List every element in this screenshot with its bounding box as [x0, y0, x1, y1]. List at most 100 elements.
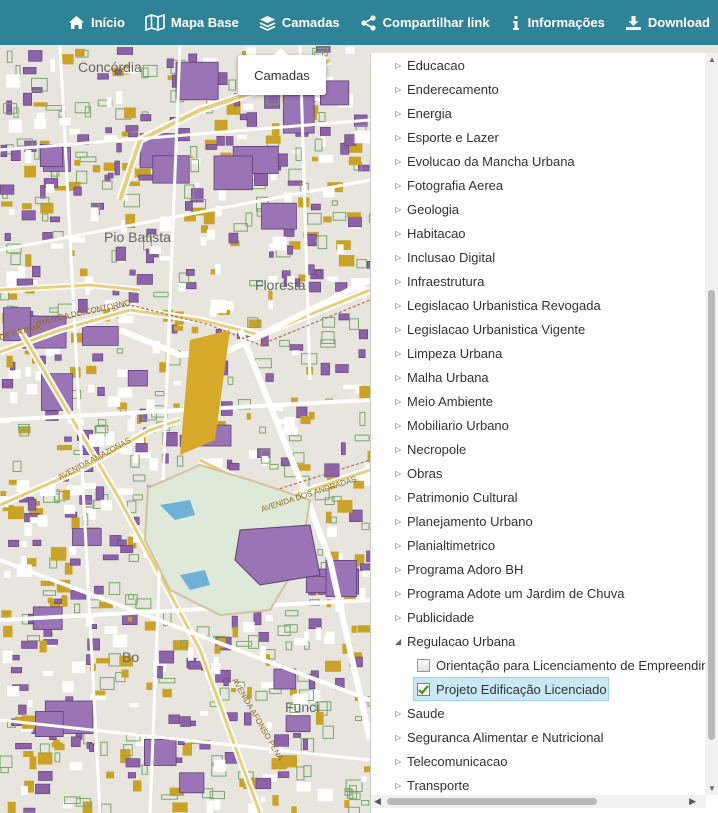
nav-download[interactable]: Download — [625, 15, 710, 31]
horizontal-scroll-thumb[interactable] — [387, 798, 597, 805]
nav-informacoes[interactable]: Informações — [510, 15, 605, 31]
expand-arrow-icon[interactable]: ▷ — [395, 781, 407, 790]
map-building — [211, 663, 221, 675]
expand-arrow-icon[interactable]: ▷ — [395, 757, 407, 766]
layer-group[interactable]: ▷ Programa Adoro BH — [371, 557, 706, 581]
map-building — [265, 136, 281, 144]
layer-group[interactable]: ▷ Malha Urbana — [371, 365, 706, 389]
expand-arrow-icon[interactable]: ▷ — [395, 517, 407, 526]
map-building — [79, 495, 92, 505]
collapse-arrow-icon[interactable]: ◢ — [395, 637, 407, 646]
map-building — [365, 461, 370, 468]
map-building — [307, 281, 321, 293]
expand-arrow-icon[interactable]: ▷ — [395, 157, 407, 166]
expand-arrow-icon[interactable]: ▷ — [395, 85, 407, 94]
nav-mapa-base[interactable]: Mapa Base — [145, 14, 239, 31]
layer-group[interactable]: ▷ Seguranca Alimentar e Nutricional — [371, 725, 706, 749]
map-building — [172, 802, 188, 813]
expand-arrow-icon[interactable]: ▷ — [395, 469, 407, 478]
checkbox-checked[interactable] — [417, 682, 430, 696]
expand-arrow-icon[interactable]: ▷ — [395, 205, 407, 214]
expand-arrow-icon[interactable]: ▷ — [395, 541, 407, 550]
layer-group[interactable]: ▷ Fotografia Aerea — [371, 173, 706, 197]
layer-group[interactable]: ▷ Planialtimetrico — [371, 533, 706, 557]
layer-group[interactable]: ▷ Energia — [371, 101, 706, 125]
layer-group[interactable]: ▷ Geologia — [371, 197, 706, 221]
expand-arrow-icon[interactable]: ▷ — [395, 445, 407, 454]
nav-inicio[interactable]: Início — [68, 15, 125, 30]
map-building — [296, 781, 312, 792]
expand-arrow-icon[interactable]: ▷ — [395, 325, 407, 334]
layer-group[interactable]: ▷ Legislacao Urbanistica Vigente — [371, 317, 706, 341]
layer-group[interactable]: ▷ Mobiliario Urbano — [371, 413, 706, 437]
map-building — [209, 308, 216, 317]
expand-arrow-icon[interactable]: ▷ — [395, 613, 407, 622]
expand-arrow-icon[interactable]: ▷ — [395, 589, 407, 598]
layer-group[interactable]: ▷ Programa Adote um Jardim de Chuva — [371, 581, 706, 605]
map-building — [92, 353, 104, 362]
map-building — [114, 160, 120, 176]
layer-group[interactable]: ▷ Telecomunicacao — [371, 749, 706, 773]
map-building — [255, 777, 272, 790]
scroll-left-icon[interactable]: ◀ — [374, 796, 381, 807]
map-building — [133, 451, 139, 464]
nav-camadas[interactable]: Camadas — [259, 15, 340, 31]
expand-arrow-icon[interactable]: ▷ — [395, 229, 407, 238]
expand-arrow-icon[interactable]: ▷ — [395, 133, 407, 142]
map-building — [159, 362, 166, 373]
layer-item[interactable]: Orientação para Licenciamento de Empreen… — [371, 653, 706, 677]
nav-compartilhar-link[interactable]: Compartilhar link — [360, 14, 490, 31]
layer-group-label: Malha Urbana — [407, 369, 489, 385]
expand-arrow-icon[interactable]: ▷ — [395, 373, 407, 382]
vertical-scroll-thumb[interactable] — [708, 290, 715, 740]
layer-group[interactable]: ▷ Saude — [371, 701, 706, 725]
map-building — [125, 758, 141, 768]
map-building — [72, 661, 85, 674]
expand-arrow-icon[interactable]: ▷ — [395, 709, 407, 718]
map-building — [268, 301, 274, 310]
expand-arrow-icon[interactable]: ▷ — [395, 421, 407, 430]
layer-group[interactable]: ▷ Necropole — [371, 437, 706, 461]
scroll-up-icon[interactable]: ▲ — [708, 55, 716, 64]
map-building — [37, 752, 53, 765]
layer-group[interactable]: ▷ Enderecamento — [371, 77, 706, 101]
scroll-down-icon[interactable]: ▼ — [708, 784, 716, 793]
expand-arrow-icon[interactable]: ▷ — [395, 493, 407, 502]
layer-group[interactable]: ▷ Publicidade — [371, 605, 706, 629]
scroll-right-icon[interactable]: ▶ — [689, 796, 696, 807]
map-building — [33, 102, 48, 107]
layer-group[interactable]: ▷ Esporte e Lazer — [371, 125, 706, 149]
expand-arrow-icon[interactable]: ▷ — [395, 733, 407, 742]
layer-group[interactable]: ▷ Meio Ambiente — [371, 389, 706, 413]
expand-arrow-icon[interactable]: ▷ — [395, 61, 407, 70]
map-icon — [145, 14, 165, 31]
layer-group[interactable]: ▷ Educacao — [371, 53, 706, 77]
expand-arrow-icon[interactable]: ▷ — [395, 565, 407, 574]
horizontal-scrollbar[interactable]: ◀ ▶ — [371, 795, 706, 808]
map-building — [243, 621, 255, 633]
expand-arrow-icon[interactable]: ▷ — [395, 397, 407, 406]
expand-arrow-icon[interactable]: ▷ — [395, 181, 407, 190]
layer-group[interactable]: ▷ Inclusao Digital — [371, 245, 706, 269]
map-building — [70, 558, 81, 566]
map-building — [243, 103, 254, 111]
vertical-scrollbar[interactable]: ▲ ▼ — [705, 53, 718, 795]
layer-group[interactable]: ▷ Habitacao — [371, 221, 706, 245]
expand-arrow-icon[interactable]: ▷ — [395, 349, 407, 358]
expand-arrow-icon[interactable]: ▷ — [395, 253, 407, 262]
layer-group[interactable]: ▷ Limpeza Urbana — [371, 341, 706, 365]
layer-group[interactable]: ▷ Planejamento Urbano — [371, 509, 706, 533]
checkbox-unchecked[interactable] — [417, 658, 430, 672]
layer-group[interactable]: ▷ Patrimonio Cultural — [371, 485, 706, 509]
expand-arrow-icon[interactable]: ▷ — [395, 109, 407, 118]
expand-arrow-icon[interactable]: ▷ — [395, 277, 407, 286]
expand-arrow-icon[interactable]: ▷ — [395, 301, 407, 310]
layer-group[interactable]: ▷ Evolucao da Mancha Urbana — [371, 149, 706, 173]
layer-group-expanded[interactable]: ◢ Regulacao Urbana — [371, 629, 706, 653]
nav-compartilhar-label: Compartilhar link — [382, 15, 490, 30]
layer-group[interactable]: ▷ Legislacao Urbanistica Revogada — [371, 293, 706, 317]
layer-group[interactable]: ▷ Obras — [371, 461, 706, 485]
layer-group[interactable]: ▷ Transporte — [371, 773, 706, 793]
layer-group[interactable]: ▷ Infraestrutura — [371, 269, 706, 293]
layer-item[interactable]: Projeto Edificação Licenciado — [413, 677, 609, 701]
